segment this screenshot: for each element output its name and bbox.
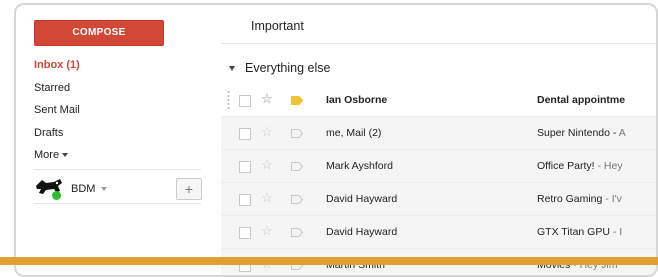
- message-subject: Dental appointme: [537, 94, 625, 106]
- subject-text: GTX Titan GPU: [537, 226, 610, 238]
- online-status-icon: [52, 191, 61, 200]
- subject-text: Retro Gaming: [537, 193, 603, 205]
- sender-name: Ian Osborne: [326, 94, 388, 106]
- important-marker-icon[interactable]: [291, 96, 303, 105]
- drag-handle-icon[interactable]: [227, 90, 230, 110]
- section-header-everything-else[interactable]: Everything else: [229, 61, 330, 75]
- row-checkbox[interactable]: [239, 227, 251, 239]
- account-switcher[interactable]: BDM: [34, 177, 108, 201]
- message-list: ☆ Ian Osborne Dental appointme ☆ me, Mail (2…: [221, 84, 656, 275]
- compose-button[interactable]: COMPOSE: [34, 20, 164, 46]
- star-icon[interactable]: ☆: [261, 124, 273, 140]
- divider: [34, 203, 201, 204]
- folder-list: Inbox (1) Starred Sent Mail Drafts More: [34, 54, 80, 167]
- star-icon[interactable]: ☆: [261, 91, 273, 107]
- subject-text: Super Nintendo -: [537, 127, 619, 139]
- star-icon[interactable]: ☆: [261, 190, 273, 206]
- section-label: Everything else: [245, 61, 331, 75]
- table-row[interactable]: ☆ David Hayward GTX Titan GPU - I: [221, 216, 656, 249]
- more-label: More: [34, 149, 60, 161]
- sidebar-item-inbox[interactable]: Inbox (1): [34, 54, 80, 77]
- table-row[interactable]: ☆ me, Mail (2) Super Nintendo - A: [221, 117, 656, 150]
- snippet-text: A: [618, 127, 626, 139]
- chevron-down-icon: [62, 153, 69, 158]
- message-list-pane: Important Everything else ☆ Ian Osborne De…: [221, 5, 656, 275]
- sender-name: Mark Ayshford: [326, 160, 393, 172]
- account-name: BDM: [71, 183, 96, 195]
- row-checkbox[interactable]: [239, 128, 251, 140]
- important-marker-icon[interactable]: [291, 195, 303, 204]
- section-header-important: Important: [251, 19, 304, 33]
- row-checkbox[interactable]: [239, 161, 251, 173]
- sender-name: David Hayward: [326, 226, 398, 238]
- row-checkbox[interactable]: [239, 95, 251, 107]
- table-row[interactable]: ☆ David Hayward Retro Gaming - I'v: [221, 183, 656, 216]
- row-checkbox[interactable]: [239, 194, 251, 206]
- mail-window: COMPOSE Inbox (1) Starred Sent Mail Draf…: [14, 3, 658, 277]
- important-marker-icon[interactable]: [291, 129, 303, 138]
- table-row[interactable]: ☆ Mark Ayshford Office Party! - Hey: [221, 150, 656, 183]
- star-icon[interactable]: ☆: [261, 157, 273, 173]
- message-subject: Office Party! - Hey: [537, 160, 623, 172]
- chevron-down-icon: [101, 187, 108, 191]
- snippet-text: - I: [609, 226, 623, 238]
- message-subject: GTX Titan GPU - I: [537, 226, 622, 238]
- snippet-text: - I'v: [602, 193, 622, 205]
- divider: [221, 43, 656, 44]
- accent-bar: [0, 257, 658, 265]
- message-subject: Retro Gaming - I'v: [537, 193, 622, 205]
- sender-name: David Hayward: [326, 193, 398, 205]
- snippet-text: - Hey: [594, 160, 623, 172]
- dog-avatar-icon: [34, 177, 68, 201]
- important-marker-icon[interactable]: [291, 162, 303, 171]
- table-row[interactable]: ☆ Ian Osborne Dental appointme: [221, 84, 656, 117]
- divider: [34, 169, 201, 170]
- sidebar-item-starred[interactable]: Starred: [34, 77, 80, 100]
- sender-name: me, Mail (2): [326, 127, 382, 139]
- collapse-triangle-icon: [229, 66, 235, 72]
- sidebar-item-sent-mail[interactable]: Sent Mail: [34, 99, 80, 122]
- important-marker-icon[interactable]: [291, 228, 303, 237]
- subject-text: Dental appointme: [537, 94, 626, 106]
- sidebar: COMPOSE Inbox (1) Starred Sent Mail Draf…: [16, 5, 219, 275]
- sidebar-item-more[interactable]: More: [34, 144, 80, 167]
- star-icon[interactable]: ☆: [261, 223, 273, 239]
- subject-text: Office Party!: [537, 160, 595, 172]
- message-subject: Super Nintendo - A: [537, 127, 626, 139]
- add-contact-button[interactable]: +: [176, 178, 202, 200]
- sidebar-item-drafts[interactable]: Drafts: [34, 122, 80, 145]
